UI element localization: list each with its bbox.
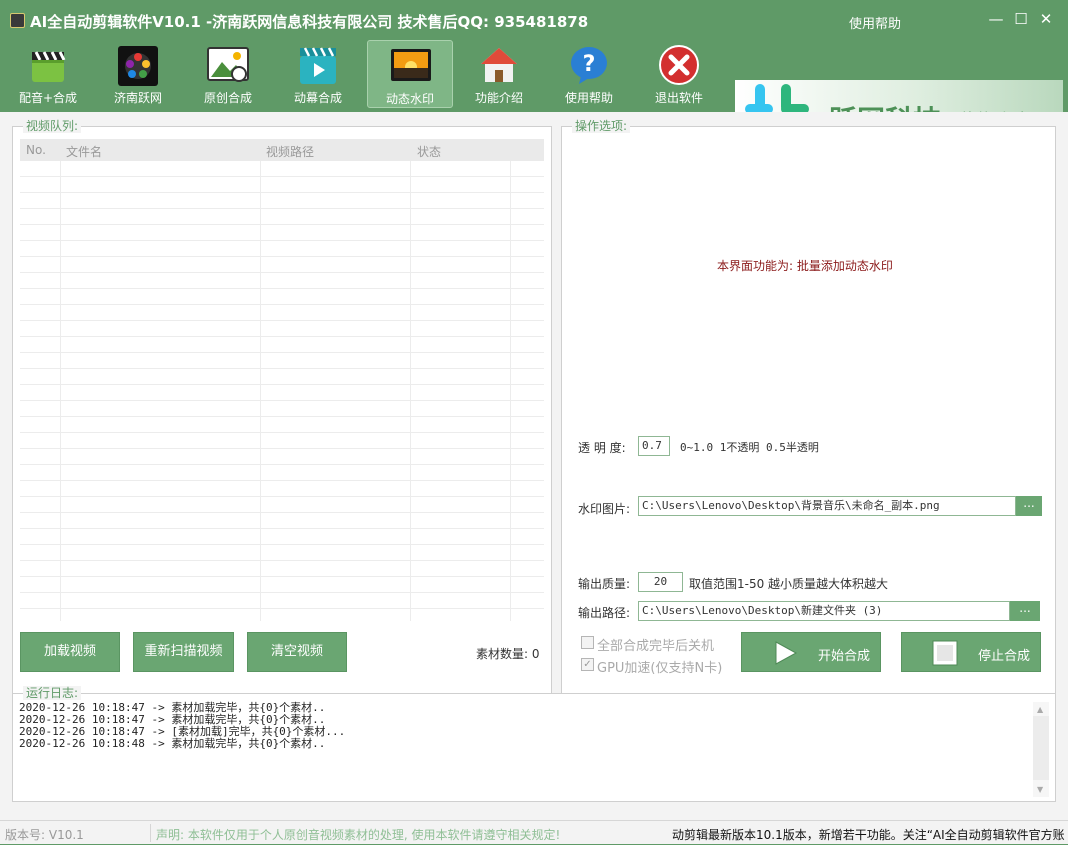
toolbar-label: 动幕合成	[293, 91, 342, 105]
scroll-up-icon[interactable]: ▲	[1037, 705, 1043, 714]
status-bar: 版本号: V10.1 声明: 本软件仅用于个人原创音视频素材的处理, 使用本软件…	[0, 820, 1068, 844]
log-scrollbar[interactable]: ▲ ▼	[1033, 702, 1049, 797]
picture-icon	[207, 47, 249, 82]
video-table-header: No. 文件名 视频路径 状态	[20, 139, 544, 161]
column-divider	[260, 161, 261, 621]
toolbar-label: 原创合成	[203, 91, 252, 105]
start-button-label: 开始合成	[818, 649, 871, 664]
toolbar-label: 功能介绍	[474, 91, 523, 105]
output-path-input[interactable]: C:\Users\Lenovo\Desktop\新建文件夹 (3)	[638, 601, 1010, 621]
help-link[interactable]: 使用帮助	[849, 13, 901, 32]
quality-input[interactable]: 20	[638, 572, 683, 592]
maximize-button[interactable]: ☐	[1013, 11, 1029, 27]
toolbar-label: 济南跃网	[113, 91, 162, 105]
quality-label: 输出质量:	[578, 577, 631, 591]
video-queue-legend: 视频队列:	[23, 119, 82, 133]
scroll-down-icon[interactable]: ▼	[1037, 785, 1043, 794]
stop-button[interactable]: 停止合成	[901, 632, 1041, 672]
gpu-label: GPU加速(仅支持N卡)	[597, 661, 723, 676]
toolbar-label: 配音+合成	[18, 91, 78, 105]
output-path-label: 输出路径:	[578, 606, 631, 620]
log-text[interactable]: 2020-12-26 10:18:47 -> 素材加载完毕，共{0}个素材.. …	[19, 702, 345, 750]
sunset-image-icon	[391, 49, 431, 81]
toolbar-jinan-button[interactable]: 济南跃网	[95, 40, 181, 108]
toolbar-label: 使用帮助	[564, 91, 613, 105]
load-video-button[interactable]: 加载视频	[20, 632, 120, 672]
column-header-status[interactable]: 状态	[417, 143, 441, 160]
toolbar-label: 动态水印	[385, 92, 434, 106]
log-line: 2020-12-26 10:18:48 -> 素材加载完毕，共{0}个素材..	[19, 737, 326, 750]
shutdown-label: 全部合成完毕后关机	[597, 639, 715, 654]
column-divider	[60, 161, 61, 621]
material-count: 素材数量: 0	[476, 647, 540, 661]
toolbar-watermark-button[interactable]: 动态水印	[367, 40, 453, 108]
svg-text:?: ?	[583, 52, 596, 77]
opacity-input[interactable]: 0.7	[638, 436, 670, 456]
toolbar-label: 退出软件	[654, 91, 703, 105]
column-divider	[510, 161, 511, 621]
clear-video-button[interactable]: 清空视频	[247, 632, 347, 672]
log-group: 运行日志: 2020-12-26 10:18:47 -> 素材加载完毕，共{0}…	[12, 686, 1056, 802]
toolbar-dubbing-button[interactable]: 配音+合成	[5, 40, 91, 108]
feature-note: 本界面功能为: 批量添加动态水印	[717, 259, 893, 273]
gpu-checkbox[interactable]: ✓	[581, 658, 594, 671]
opacity-hint: 0~1.0 1不透明 0.5半透明	[680, 441, 819, 454]
title-bar: AI全自动剪辑软件V10.1 -济南跃网信息科技有限公司 技术售后QQ: 935…	[0, 0, 1068, 40]
log-legend: 运行日志:	[23, 686, 82, 700]
video-table-body[interactable]	[20, 161, 544, 621]
status-divider	[150, 824, 151, 842]
toolbar-motion-button[interactable]: 动幕合成	[275, 40, 361, 108]
column-header-filename[interactable]: 文件名	[66, 143, 102, 160]
minimize-button[interactable]: —	[988, 11, 1004, 27]
home-icon	[481, 48, 517, 82]
content-area: 视频队列: No. 文件名 视频路径 状态 加载视频 重新扫描视频 清空视频 素…	[0, 112, 1068, 820]
options-legend: 操作选项:	[572, 119, 631, 133]
column-divider	[410, 161, 411, 621]
toolbar-original-button[interactable]: 原创合成	[185, 40, 271, 108]
toolbar-features-button[interactable]: 功能介绍	[456, 40, 542, 108]
play-icon	[775, 641, 798, 665]
options-group: 操作选项: 本界面功能为: 批量添加动态水印 透 明 度: 0.7 0~1.0 …	[561, 119, 1056, 696]
rescan-video-button[interactable]: 重新扫描视频	[133, 632, 234, 672]
start-button[interactable]: 开始合成	[741, 632, 881, 672]
column-header-path[interactable]: 视频路径	[266, 143, 314, 160]
quality-hint: 取值范围1-50 越小质量越大体积越大	[689, 577, 889, 591]
close-circle-icon	[659, 45, 699, 85]
question-icon: ?	[571, 47, 607, 84]
film-reel-icon	[118, 46, 158, 86]
watermark-path-input[interactable]: C:\Users\Lenovo\Desktop\背景音乐\未命名_副本.png	[638, 496, 1016, 516]
shutdown-checkbox[interactable]	[581, 636, 594, 649]
app-icon	[10, 13, 25, 28]
toolbar-exit-button[interactable]: 退出软件	[636, 40, 722, 108]
toolbar: 配音+合成 济南跃网 原创合成 动幕合成 动态水印 功能介绍 ? 使用帮助 退出…	[0, 40, 1068, 150]
clapperboard-icon	[32, 51, 66, 82]
watermark-browse-button[interactable]: ...	[1016, 496, 1042, 516]
opacity-label: 透 明 度:	[578, 441, 626, 455]
output-browse-button[interactable]: ...	[1010, 601, 1040, 621]
column-header-no[interactable]: No.	[26, 143, 46, 157]
notice-label: 声明: 本软件仅用于个人原创音视频素材的处理, 使用本软件请遵守相关规定!	[156, 828, 561, 842]
version-label: 版本号: V10.1	[5, 828, 84, 842]
stop-button-label: 停止合成	[978, 649, 1031, 664]
window-title: AI全自动剪辑软件V10.1 -济南跃网信息科技有限公司 技术售后QQ: 935…	[30, 13, 589, 31]
stop-icon	[932, 640, 958, 666]
video-queue-group: 视频队列: No. 文件名 视频路径 状态 加载视频 重新扫描视频 清空视频 素…	[12, 119, 552, 696]
play-clapper-icon	[300, 47, 336, 84]
close-button[interactable]: ✕	[1038, 11, 1054, 27]
marquee-area: 动剪辑最新版本10.1版本，新增若干功能。关注“AI全自动剪辑软件官方账	[670, 821, 1068, 845]
scroll-thumb[interactable]	[1033, 716, 1049, 780]
toolbar-help-button[interactable]: ? 使用帮助	[546, 40, 632, 108]
watermark-label: 水印图片:	[578, 502, 631, 516]
marquee-text: 动剪辑最新版本10.1版本，新增若干功能。关注“AI全自动剪辑软件官方账	[672, 828, 1065, 842]
